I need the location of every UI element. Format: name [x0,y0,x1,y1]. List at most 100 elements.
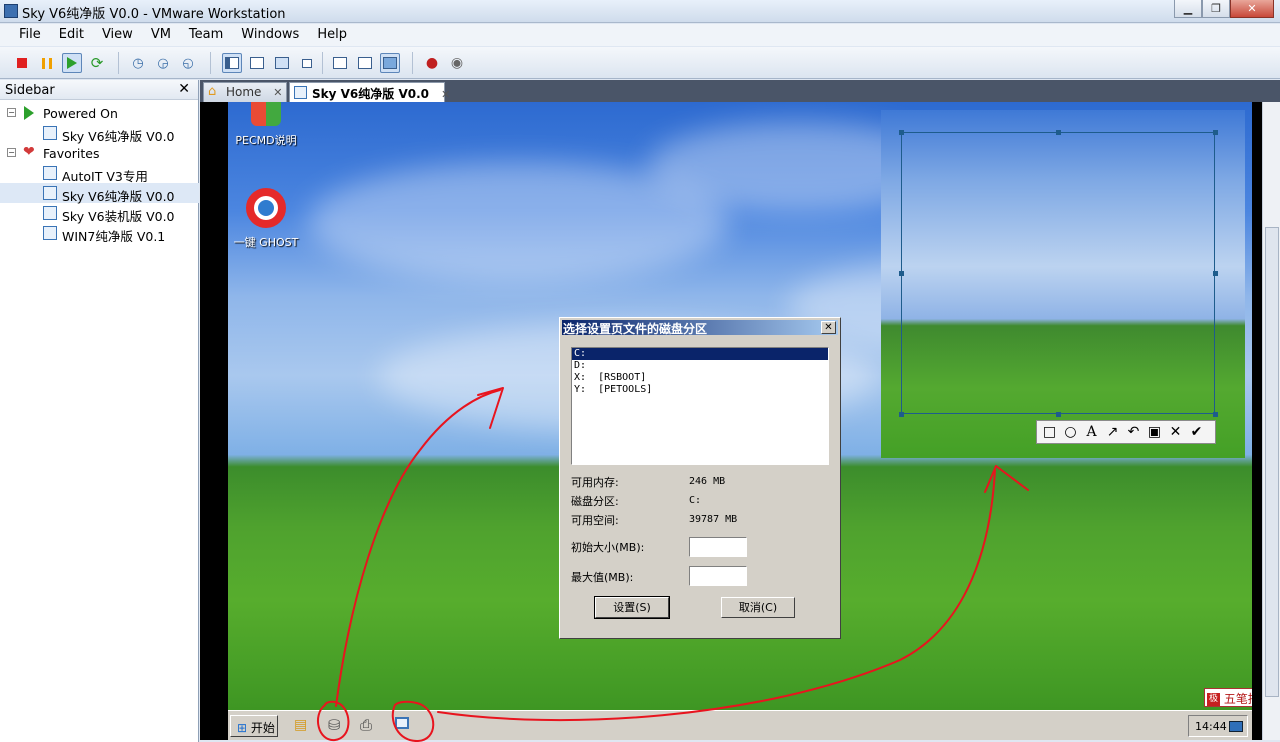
settings-tool-icon[interactable] [395,717,409,729]
resize-handle[interactable] [899,271,904,276]
resize-handle[interactable] [1056,412,1061,417]
menu-help[interactable]: Help [308,24,356,46]
menu-vm[interactable]: VM [142,24,180,46]
unity-icon[interactable] [297,53,317,73]
max-size-label: 最大值(MB): [571,571,634,584]
quick-switch-icon[interactable] [380,53,400,73]
console-view-icon[interactable] [330,53,350,73]
resize-handle[interactable] [899,130,904,135]
sidebar-close-icon[interactable]: ✕ [178,81,190,97]
snapshot-manager-icon[interactable]: ◵ [178,53,198,73]
resize-handle[interactable] [899,412,904,417]
console-scrollbar[interactable] [1262,102,1280,740]
ime-label: 五笔拼音 [1223,692,1252,706]
record-icon[interactable]: ● [422,53,442,73]
initial-size-input[interactable] [689,537,747,557]
set-button[interactable]: 设置(S) [594,596,670,619]
menu-windows[interactable]: Windows [232,24,308,46]
full-screen-icon[interactable] [272,53,292,73]
sidebar-title: Sidebar [5,83,55,98]
lifebuoy-icon [246,188,286,228]
power-on-icon[interactable] [62,53,82,73]
folder-icon[interactable]: ▤ [294,717,307,733]
dialog-title: 选择设置页文件的磁盘分区 ✕ [562,320,838,336]
tree-item-vm[interactable]: Sky V6纯净版 V0.0 [0,123,199,144]
ellipse-icon[interactable]: ○ [1062,424,1079,440]
screenshot-capture-preview[interactable]: □ ○ A ↗ ↶ ▣ ✕ ✔ [881,110,1245,458]
free-space-value: 39787 MB [689,514,738,525]
list-item[interactable]: D: [572,360,828,372]
save-icon[interactable]: ▣ [1146,424,1163,440]
clock: 14:44 [1195,720,1227,733]
tab-close-icon[interactable]: ✕ [441,88,450,101]
tree-item-vm[interactable]: Sky V6纯净版 V0.0 [0,183,199,204]
guest-taskbar: ⊞ 开始 ▤ ⛁ ⎙ 14:44 [228,710,1252,740]
dialog-close-button[interactable]: ✕ [821,321,836,334]
tab-home[interactable]: ⌂ Home ✕ [203,82,287,102]
list-item[interactable]: Y: [PETOOLS] [572,384,828,396]
resize-handle[interactable] [1213,412,1218,417]
snapshot-icon[interactable]: ◷ [128,53,148,73]
desktop-icon-ghost[interactable]: 一键 GHOST [228,188,306,250]
menu-team[interactable]: Team [180,24,232,46]
undo-icon[interactable]: ↶ [1125,424,1142,440]
vmware-logo-icon [4,4,18,18]
guest-desktop[interactable]: PECMD说明 一键 GHOST 选择设置页文件的磁盘分区 ✕ C: D: X:… [228,102,1252,710]
start-button[interactable]: ⊞ 开始 [230,715,278,737]
tree-group-favorites[interactable]: − ❤ Favorites [0,143,199,163]
suspend-icon[interactable] [37,53,57,73]
ime-icon: 极 [1207,693,1220,706]
collapse-icon[interactable]: − [7,148,16,157]
restore-button[interactable]: ❐ [1202,0,1230,18]
show-sidebar-icon[interactable] [222,53,242,73]
toolbar: ⟳ ◷ ◶ ◵ ● ◉ [0,47,1280,79]
menu-file[interactable]: File [10,24,50,46]
display-icon[interactable] [1229,721,1243,732]
scrollbar-thumb[interactable] [1265,227,1279,697]
tree-item-vm[interactable]: Sky V6装机版 V0.0 [0,203,199,224]
drive-icon[interactable]: ⛁ [328,716,341,734]
selection-rectangle[interactable] [901,132,1215,414]
power-off-icon[interactable] [12,53,32,73]
vm-console[interactable]: PECMD说明 一键 GHOST 选择设置页文件的磁盘分区 ✕ C: D: X:… [200,102,1262,740]
arrow-icon[interactable]: ↗ [1104,424,1121,440]
tree-group-powered-on[interactable]: − Powered On [0,103,199,123]
close-button[interactable]: ✕ [1230,0,1274,18]
fit-guest-icon[interactable] [247,53,267,73]
resize-handle[interactable] [1056,130,1061,135]
thumbnail-icon[interactable] [355,53,375,73]
minimize-button[interactable]: ▁ [1174,0,1202,18]
available-memory-value: 246 MB [689,476,726,487]
collapse-icon[interactable]: − [7,108,16,117]
text-icon[interactable]: A [1083,424,1100,440]
tree-item-vm[interactable]: WIN7纯净版 V0.1 [0,223,199,244]
tree-group-label: Powered On [43,106,118,121]
revert-snapshot-icon[interactable]: ◶ [153,53,173,73]
resize-handle[interactable] [1213,271,1218,276]
drive-listbox[interactable]: C: D: X: [RSBOOT] Y: [PETOOLS] [571,347,829,465]
menu-view[interactable]: View [93,24,142,46]
initial-size-label: 初始大小(MB): [571,541,645,554]
cancel-icon[interactable]: ✕ [1167,424,1184,440]
cancel-button[interactable]: 取消(C) [721,597,795,618]
list-item[interactable]: X: [RSBOOT] [572,372,828,384]
list-item[interactable]: C: [572,348,828,360]
printer-icon[interactable]: ⎙ [360,716,372,734]
reset-icon[interactable]: ⟳ [87,53,107,73]
tab-close-icon[interactable]: ✕ [273,86,282,99]
rectangle-icon[interactable]: □ [1041,424,1058,440]
start-logo-icon: ⊞ [237,721,248,735]
replay-icon[interactable]: ◉ [447,53,467,73]
desktop-icon-pecmd[interactable]: PECMD说明 [228,102,306,148]
menu-edit[interactable]: Edit [50,24,93,46]
sidebar: Sidebar ✕ − Powered On Sky V6纯净版 V0.0 − … [0,80,199,742]
max-size-input[interactable] [689,566,747,586]
vm-tree: − Powered On Sky V6纯净版 V0.0 − ❤ Favorite… [0,103,199,244]
vm-running-icon [43,186,57,200]
confirm-icon[interactable]: ✔ [1188,424,1205,440]
resize-handle[interactable] [1213,130,1218,135]
ime-indicator[interactable]: 极 五笔拼音 [1204,688,1252,707]
tab-vm[interactable]: Sky V6纯净版 V0.0 ✕ [289,82,450,102]
tab-label: Sky V6纯净版 V0.0 [312,87,429,101]
tree-item-vm[interactable]: AutoIT V3专用 [0,163,199,184]
